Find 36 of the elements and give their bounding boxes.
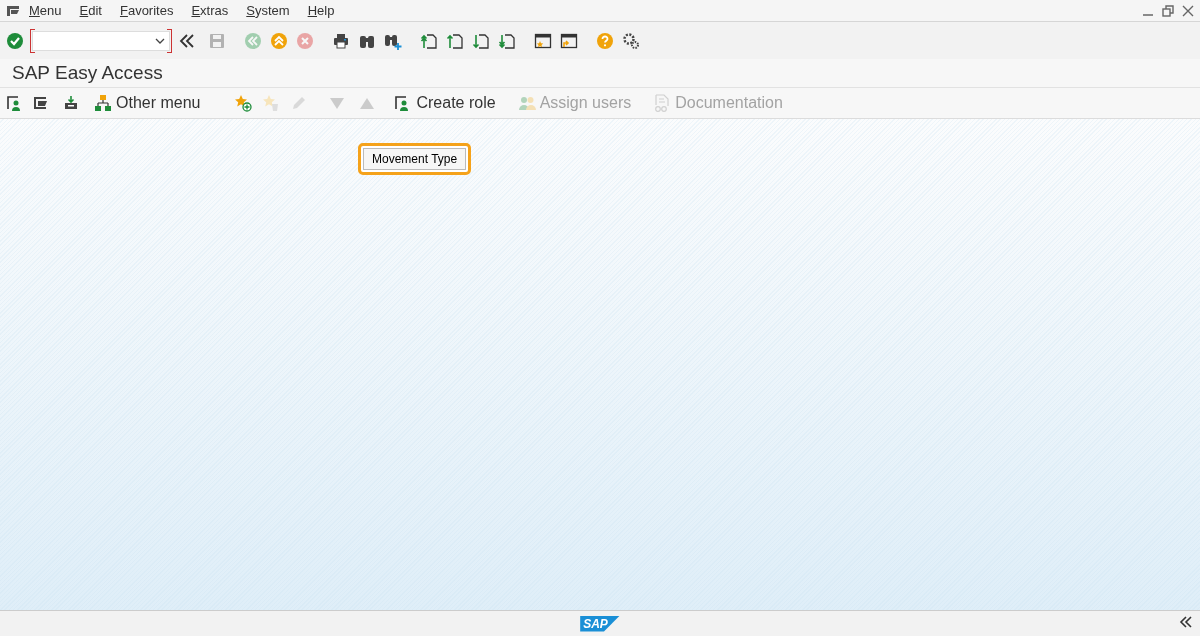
star-plus-icon	[234, 94, 253, 112]
double-chevron-icon	[178, 31, 196, 50]
users-icon	[517, 94, 536, 112]
inbox-icon	[62, 94, 80, 112]
menu-item[interactable]: Favorites	[110, 3, 183, 18]
menu-item[interactable]: Edit	[70, 3, 111, 18]
create-role-button[interactable]: Create role	[392, 91, 498, 115]
page-down-arrow-icon	[498, 31, 516, 50]
movement-type-button[interactable]: Movement Type	[363, 148, 467, 170]
page-up-arrow-icon	[446, 31, 464, 50]
settings-icon	[622, 31, 640, 50]
sap-logo: SAP	[580, 615, 620, 632]
menu-item[interactable]: System	[237, 3, 299, 18]
document-glasses-icon	[653, 94, 672, 112]
exit-icon	[270, 31, 288, 50]
page-up-arrow-icon	[420, 31, 438, 50]
double-chevron-icon[interactable]	[1178, 614, 1194, 630]
command-field[interactable]	[32, 30, 170, 51]
hierarchy-icon	[94, 94, 112, 112]
other-menu-button[interactable]: Other menu	[92, 91, 203, 115]
help-icon	[596, 31, 614, 50]
check-icon	[6, 31, 24, 50]
page-down-arrow-icon	[472, 31, 490, 50]
printer-icon	[332, 31, 350, 50]
back-icon	[244, 31, 262, 50]
restore-icon[interactable]	[1162, 4, 1174, 17]
menu-list-icon[interactable]	[6, 4, 20, 17]
menu-item[interactable]: Help	[298, 3, 344, 18]
menu-item[interactable]: Extras	[182, 3, 238, 18]
cancel-icon	[296, 31, 314, 50]
screen-title: SAP Easy Access	[12, 62, 163, 84]
dropdown-caret-icon[interactable]	[155, 36, 165, 45]
folder-menu-icon	[32, 94, 50, 112]
star-trash-icon	[262, 94, 281, 112]
close-icon[interactable]	[1182, 4, 1194, 17]
menu-item[interactable]: Menu	[20, 3, 71, 18]
